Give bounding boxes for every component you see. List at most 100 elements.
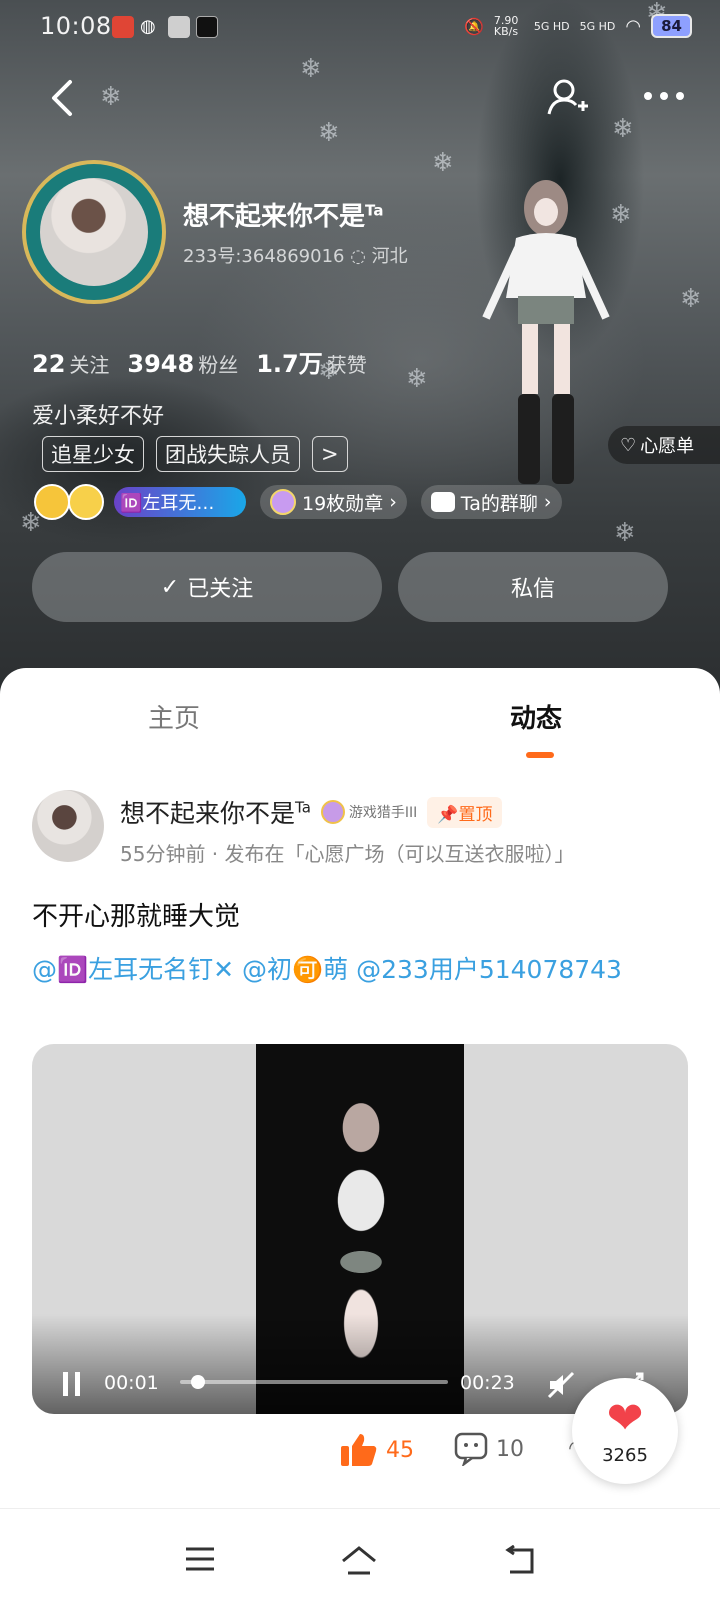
group-chat-label: Ta的群聊	[460, 492, 538, 515]
back-icon[interactable]	[48, 78, 78, 118]
tag-item[interactable]: 追星少女	[42, 436, 144, 472]
tiktok-icon	[196, 16, 218, 38]
likes-count: 1.7万	[256, 350, 323, 378]
emoji-badges[interactable]	[34, 484, 110, 520]
follow-label: 关注	[69, 353, 110, 377]
video-player[interactable]: 00:01 00:23	[32, 1044, 688, 1414]
nickname-sup: Ta	[365, 201, 384, 220]
video-current-time: 00:01	[104, 1372, 159, 1394]
heart-icon: ❤	[606, 1392, 644, 1444]
signal-2: 5G HD	[579, 19, 616, 33]
comment-count: 10	[496, 1436, 524, 1462]
menu-icon[interactable]	[184, 1545, 216, 1573]
level-badge: 游戏猎手III	[320, 800, 418, 824]
snowflake-decoration: ❄	[318, 118, 340, 148]
heart-outline-icon: ♡	[620, 434, 637, 456]
video-progress-bar[interactable]	[180, 1375, 448, 1389]
check-icon: ✓	[160, 574, 180, 600]
tags-more-button[interactable]: >	[312, 436, 348, 472]
more-icon[interactable]	[642, 88, 688, 104]
snowflake-decoration: ❄	[614, 518, 636, 548]
message-label: 私信	[510, 577, 555, 602]
profile-stats: 22 关注 3948 粉丝 1.7万 获赞	[32, 344, 367, 379]
heart-count: 3265	[602, 1444, 648, 1466]
fans-stat[interactable]: 3948 粉丝	[127, 349, 238, 378]
message-icon	[168, 16, 190, 38]
add-friend-icon[interactable]	[546, 76, 590, 120]
post-mentions[interactable]: @🆔左耳无名钉✕ @初🉑萌 @233用户514078743	[32, 952, 692, 988]
mute-bell-icon: 🔕	[463, 16, 484, 36]
tab-indicator	[526, 752, 554, 758]
like-count: 45	[386, 1437, 414, 1463]
snowflake-decoration: ❄	[100, 82, 122, 112]
level-text: 游戏猎手III	[348, 805, 418, 821]
profile-uid-row: 233号:364869016 ◌ 河北	[183, 242, 408, 268]
post-author-row: 想不起来你不是Ta 游戏猎手III 📌置顶	[120, 794, 503, 830]
medals-button[interactable]: 19枚勋章 ›	[260, 485, 407, 519]
profile-avatar[interactable]	[22, 160, 166, 304]
profile-header-background: ❄ ❄ ❄ ❄ ❄ ❄ ❄ ❄ ❄ ❄ ❄ ❄ 10:08 ◍ 🔕 7.90 K…	[0, 0, 720, 700]
signal-1: 5G HD	[533, 19, 570, 33]
snowflake-decoration: ❄	[612, 114, 634, 144]
badge-row: 🆔左耳无… 19枚勋章 › Ta的群聊 ›	[34, 484, 562, 520]
avatar-3d-figure	[482, 180, 610, 484]
video-total-time: 00:23	[460, 1372, 515, 1394]
post-author-text: 想不起来你不是	[120, 799, 296, 828]
wechat-icon: ◍	[140, 16, 156, 37]
likes-label: 获赞	[326, 353, 367, 377]
post-author-avatar[interactable]	[32, 790, 104, 862]
fans-label: 粉丝	[198, 353, 239, 377]
pause-icon[interactable]	[62, 1370, 82, 1398]
post-author-name[interactable]: 想不起来你不是Ta	[120, 794, 311, 830]
wishlist-label: 心愿单	[640, 436, 695, 457]
post-title: 不开心那就睡大觉	[32, 902, 241, 932]
group-chat-button[interactable]: Ta的群聊 ›	[420, 485, 562, 519]
location-text: 河北	[371, 246, 408, 267]
system-nav-bar	[0, 1508, 720, 1612]
home-icon[interactable]	[340, 1545, 378, 1575]
nickname-text: 想不起来你不是	[183, 202, 366, 232]
follow-stat[interactable]: 22 关注	[32, 349, 109, 378]
fans-count: 3948	[127, 350, 195, 378]
like-action[interactable]: 45	[340, 1432, 414, 1468]
avatar-image	[40, 178, 148, 286]
comment-icon	[454, 1432, 488, 1466]
location-icon: ◌	[350, 246, 372, 267]
video-progress-knob[interactable]	[190, 1375, 205, 1389]
wifi-icon: ◠	[625, 15, 642, 37]
profile-signature: 爱小柔好不好	[32, 404, 165, 429]
pinned-badge: 📌置顶	[427, 796, 503, 828]
pinned-text: 置顶	[458, 804, 493, 825]
snowflake-decoration: ❄	[406, 364, 428, 394]
chevron-right-icon: ›	[543, 491, 552, 513]
post-author-sup: Ta	[295, 798, 311, 817]
medals-label: 19枚勋章	[302, 492, 384, 515]
net-speed: 7.90 KB/s	[493, 14, 519, 38]
wishlist-button[interactable]: ♡ 心愿单	[608, 426, 720, 464]
comment-action[interactable]: 10	[454, 1432, 524, 1466]
status-bar: 10:08 ◍ 🔕 7.90 KB/s 5G HD 5G HD ◠ 84	[0, 0, 720, 56]
tab-home[interactable]: 主页	[148, 698, 200, 735]
back-nav-icon[interactable]	[504, 1545, 538, 1575]
profile-nickname: 想不起来你不是Ta	[183, 196, 383, 233]
tag-item[interactable]: 团战失踪人员	[156, 436, 300, 472]
snowflake-decoration: ❄	[680, 284, 702, 314]
follow-count: 22	[32, 350, 66, 378]
thumb-up-icon	[341, 1434, 377, 1466]
heart-fab-button[interactable]: ❤ 3265	[572, 1378, 678, 1484]
likes-stat[interactable]: 1.7万 获赞	[256, 344, 367, 379]
snowflake-decoration: ❄	[300, 54, 322, 84]
chevron-right-icon: ›	[389, 491, 397, 513]
fan-badge[interactable]: 🆔左耳无…	[114, 487, 246, 517]
mute-icon[interactable]	[546, 1370, 576, 1400]
tab-feed[interactable]: 动态	[510, 698, 562, 735]
app-notification-icon	[112, 16, 134, 38]
sunglasses-emoji-icon	[34, 484, 70, 520]
medal-icon	[270, 489, 296, 515]
star-eyes-emoji-icon	[68, 484, 104, 520]
chat-icon	[430, 492, 455, 512]
followed-label: 已关注	[187, 577, 254, 602]
message-button[interactable]: 私信	[398, 552, 668, 622]
post-meta: 55分钟前 · 发布在「心愿广场（可以互送衣服啦）」	[120, 842, 575, 866]
followed-button[interactable]: ✓ 已关注	[32, 552, 382, 622]
